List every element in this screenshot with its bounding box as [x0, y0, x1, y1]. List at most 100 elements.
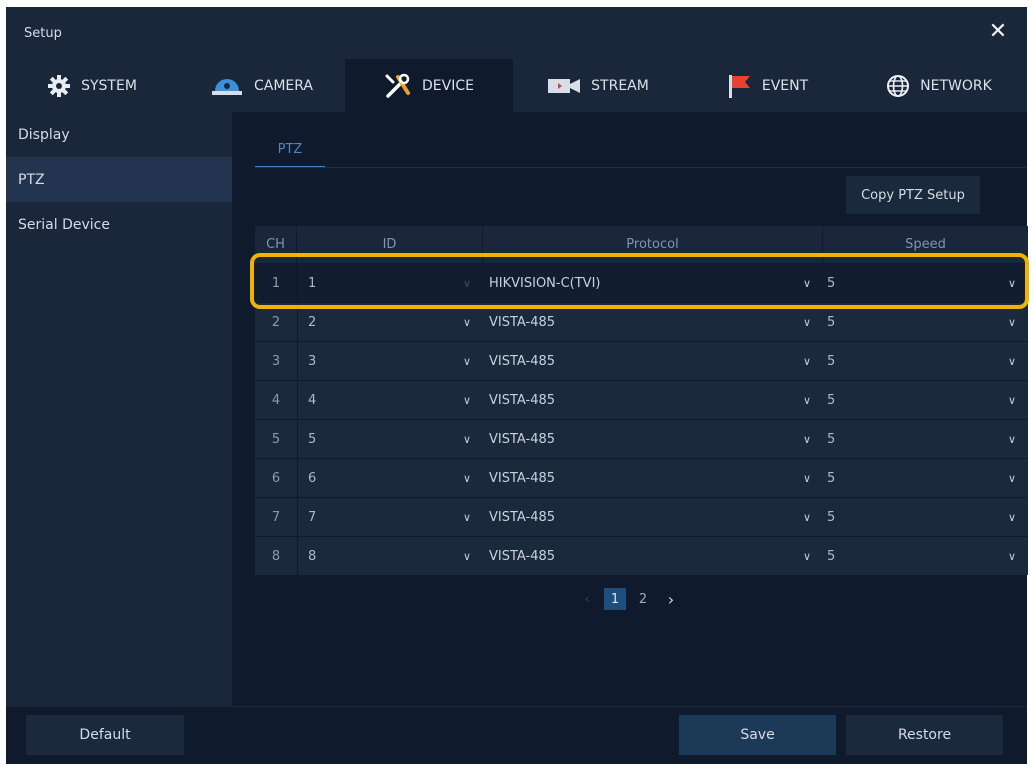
row-ch: 1: [271, 275, 281, 291]
setup-window: Setup ✕ SYSTEM CAMERA DEVICE STREAM EVEN…: [6, 7, 1028, 764]
id-select[interactable]: 6 ∨: [297, 459, 483, 497]
chevron-down-icon: ∨: [802, 315, 811, 329]
top-tab-strip: SYSTEM CAMERA DEVICE STREAM EVENT NETWOR…: [6, 59, 1027, 112]
table-body: 1 1 ∨ HIKVISION-C(TVI) ∨ 5 ∨ 2 2 ∨ VISTA-485 ∨ 5 ∨ 3 3 ∨…: [255, 263, 1028, 575]
speed-select[interactable]: 5 ∨: [823, 420, 1028, 458]
bottom-bar: Default Save Restore: [6, 706, 1027, 764]
tab-network[interactable]: NETWORK: [851, 59, 1027, 112]
main-panel: PTZ Copy PTZ Setup CH ID Protocol Speed …: [232, 112, 1028, 706]
globe-icon: [887, 74, 910, 97]
chevron-down-icon: ∨: [802, 393, 811, 407]
protocol-value: VISTA-485: [489, 431, 556, 447]
default-button[interactable]: Default: [26, 715, 184, 755]
chevron-down-icon: ∨: [802, 471, 811, 485]
id-select[interactable]: 4 ∨: [297, 381, 483, 419]
protocol-select[interactable]: VISTA-485 ∨: [483, 342, 823, 380]
video-camera-icon: [548, 78, 581, 93]
flag-icon: [728, 74, 750, 98]
ptz-table: CH ID Protocol Speed 1 1 ∨ HIKVISION-C(TVI)…: [255, 226, 1028, 575]
speed-select[interactable]: 5 ∨: [823, 264, 1028, 302]
tab-label: DEVICE: [422, 77, 474, 94]
header-id: ID: [297, 226, 483, 263]
id-value: 2: [308, 314, 317, 330]
chevron-down-icon: ∨: [1007, 432, 1016, 446]
row-ch: 5: [271, 431, 281, 447]
chevron-down-icon: ∨: [802, 354, 811, 368]
chevron-down-icon: ∨: [462, 276, 471, 290]
header-speed: Speed: [905, 237, 946, 252]
row-ch: 4: [271, 392, 281, 408]
tab-stream[interactable]: STREAM: [513, 59, 683, 112]
restore-button[interactable]: Restore: [846, 715, 1003, 755]
id-select[interactable]: 7 ∨: [297, 498, 483, 536]
page-2-button[interactable]: 2: [632, 588, 654, 610]
speed-select[interactable]: 5 ∨: [823, 381, 1028, 419]
protocol-select[interactable]: VISTA-485 ∨: [483, 537, 823, 575]
id-value: 6: [308, 470, 317, 486]
protocol-value: VISTA-485: [489, 509, 556, 525]
sidebar-item-serial-device[interactable]: Serial Device: [6, 202, 232, 247]
protocol-select[interactable]: HIKVISION-C(TVI) ∨: [483, 264, 823, 302]
tab-event[interactable]: EVENT: [683, 59, 851, 112]
protocol-select[interactable]: VISTA-485 ∨: [483, 459, 823, 497]
id-select[interactable]: 5 ∨: [297, 420, 483, 458]
speed-select[interactable]: 5 ∨: [823, 498, 1028, 536]
chevron-down-icon: ∨: [1007, 276, 1016, 290]
speed-select[interactable]: 5 ∨: [823, 459, 1028, 497]
table-row: 3 3 ∨ VISTA-485 ∨ 5 ∨: [255, 341, 1028, 380]
chevron-down-icon: ∨: [462, 393, 471, 407]
header-ch: CH: [255, 226, 297, 263]
copy-ptz-setup-button[interactable]: Copy PTZ Setup: [846, 176, 980, 214]
id-value: 3: [308, 353, 317, 369]
sidebar-item-display[interactable]: Display: [6, 112, 232, 157]
speed-value: 5: [827, 470, 836, 486]
speed-select[interactable]: 5 ∨: [823, 303, 1028, 341]
id-value: 5: [308, 431, 317, 447]
protocol-value: VISTA-485: [489, 548, 556, 564]
subtab-ptz[interactable]: PTZ: [255, 130, 325, 168]
table-row: 7 7 ∨ VISTA-485 ∨ 5 ∨: [255, 497, 1028, 536]
subtab-divider: [255, 167, 1026, 168]
prev-page-icon[interactable]: ‹: [576, 588, 598, 610]
page-1-button[interactable]: 1: [604, 588, 626, 610]
protocol-select[interactable]: VISTA-485 ∨: [483, 420, 823, 458]
pagination: ‹ 1 2 ›: [576, 588, 682, 610]
id-select[interactable]: 1 ∨: [297, 264, 483, 302]
speed-value: 5: [827, 431, 836, 447]
tab-device[interactable]: DEVICE: [345, 59, 513, 112]
header-protocol: Protocol: [483, 226, 823, 263]
tab-system[interactable]: SYSTEM: [6, 59, 178, 112]
close-icon[interactable]: ✕: [987, 21, 1009, 43]
chevron-down-icon: ∨: [1007, 549, 1016, 563]
protocol-select[interactable]: VISTA-485 ∨: [483, 303, 823, 341]
id-select[interactable]: 8 ∨: [297, 537, 483, 575]
next-page-icon[interactable]: ›: [660, 588, 682, 610]
protocol-value: VISTA-485: [489, 470, 556, 486]
protocol-value: VISTA-485: [489, 314, 556, 330]
id-select[interactable]: 3 ∨: [297, 342, 483, 380]
protocol-select[interactable]: VISTA-485 ∨: [483, 381, 823, 419]
row-ch: 7: [271, 509, 281, 525]
chevron-down-icon: ∨: [462, 354, 471, 368]
save-button[interactable]: Save: [679, 715, 836, 755]
row-ch: 8: [271, 548, 281, 564]
window-title: Setup: [24, 26, 62, 41]
protocol-select[interactable]: VISTA-485 ∨: [483, 498, 823, 536]
tab-label: NETWORK: [920, 77, 992, 94]
table-row: 4 4 ∨ VISTA-485 ∨ 5 ∨: [255, 380, 1028, 419]
table-row: 8 8 ∨ VISTA-485 ∨ 5 ∨: [255, 536, 1028, 575]
chevron-down-icon: ∨: [1007, 354, 1016, 368]
id-value: 4: [308, 392, 317, 408]
speed-select[interactable]: 5 ∨: [823, 537, 1028, 575]
tab-camera[interactable]: CAMERA: [178, 59, 345, 112]
speed-select[interactable]: 5 ∨: [823, 342, 1028, 380]
row-ch: 2: [271, 314, 281, 330]
id-select[interactable]: 2 ∨: [297, 303, 483, 341]
protocol-value: VISTA-485: [489, 353, 556, 369]
speed-value: 5: [827, 353, 836, 369]
table-header: CH ID Protocol Speed: [255, 226, 1028, 263]
protocol-value: VISTA-485: [489, 392, 556, 408]
chevron-down-icon: ∨: [802, 510, 811, 524]
title-bar: Setup ✕: [6, 7, 1027, 59]
sidebar-item-ptz[interactable]: PTZ: [6, 157, 232, 202]
